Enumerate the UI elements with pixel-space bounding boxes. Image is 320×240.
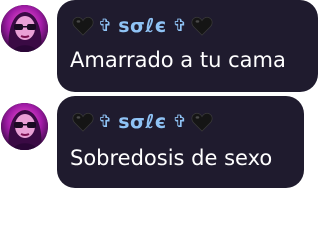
- avatar[interactable]: [1, 103, 48, 150]
- black-heart-icon: [72, 112, 94, 132]
- message-text: Amarrado a tu cama: [70, 48, 286, 72]
- message-bubble[interactable]: ✞ ѕσℓє ✞ Amarrado a tu cama: [57, 0, 318, 92]
- author-name[interactable]: ѕσℓє: [118, 111, 166, 133]
- author-name-row[interactable]: ✞ ѕσℓє ✞: [72, 109, 213, 135]
- cross-right: ✞: [172, 112, 187, 132]
- message-bubble[interactable]: ✞ ѕσℓє ✞ Sobredosis de sexo: [57, 96, 304, 188]
- author-name-row[interactable]: ✞ ѕσℓє ✞: [72, 13, 213, 39]
- message-text: Sobredosis de sexo: [70, 146, 273, 170]
- black-heart-icon: [72, 16, 94, 36]
- cross-right: ✞: [172, 16, 187, 36]
- profile-photo-icon: [1, 103, 48, 150]
- chat-message[interactable]: ✞ ѕσℓє ✞ Amarrado a tu cama: [0, 0, 320, 95]
- chat-message[interactable]: ✞ ѕσℓє ✞ Sobredosis de sexo: [0, 96, 320, 191]
- black-heart-icon: [191, 16, 213, 36]
- cross-left: ✞: [98, 16, 113, 36]
- cross-left: ✞: [98, 112, 113, 132]
- avatar[interactable]: [1, 5, 48, 52]
- author-name[interactable]: ѕσℓє: [118, 15, 166, 37]
- profile-photo-icon: [1, 5, 48, 52]
- black-heart-icon: [191, 112, 213, 132]
